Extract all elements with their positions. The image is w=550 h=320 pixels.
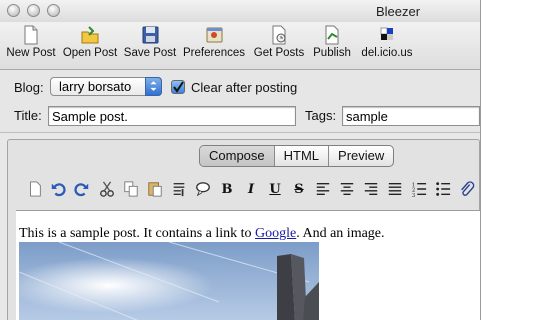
preferences-icon: [206, 27, 223, 43]
align-right-icon[interactable]: [362, 180, 380, 200]
paste-icon[interactable]: [146, 180, 164, 200]
blog-select[interactable]: larry borsato: [50, 77, 162, 96]
clear-after-posting-label: Clear after posting: [191, 80, 298, 95]
select-arrows-icon: [145, 77, 162, 96]
title-bar: Bleezer: [0, 0, 480, 23]
post-body-text: This is a sample post. It contains a lin…: [19, 226, 385, 241]
numbered-list-icon[interactable]: 123: [410, 180, 428, 200]
window-title: Bleezer: [376, 4, 421, 19]
tab-preview[interactable]: Preview: [329, 146, 393, 166]
title-input[interactable]: Sample post.: [48, 106, 296, 126]
underline-button[interactable]: U: [266, 180, 284, 200]
tags-label: Tags:: [305, 108, 337, 123]
delicious-button[interactable]: del.icio.us: [358, 24, 416, 59]
post-content-area[interactable]: This is a sample post. It contains a lin…: [16, 210, 480, 320]
formatting-toolbar: B I U S 123: [16, 180, 480, 202]
cut-icon[interactable]: [98, 180, 116, 200]
tab-compose[interactable]: Compose: [200, 146, 275, 166]
align-left-icon[interactable]: [314, 180, 332, 200]
app-window: Bleezer New Post Open Post Save Post Pre…: [0, 0, 481, 320]
align-center-icon[interactable]: [338, 180, 356, 200]
attachment-icon[interactable]: [458, 180, 476, 200]
checkmark-icon: [173, 81, 184, 93]
quote-icon[interactable]: [194, 180, 212, 200]
publish-button[interactable]: Publish: [310, 24, 354, 59]
get-posts-icon: [272, 25, 286, 45]
italic-button[interactable]: I: [242, 180, 260, 200]
minimize-window-icon[interactable]: [27, 4, 40, 17]
undo-icon[interactable]: [49, 180, 67, 200]
title-label: Title:: [14, 108, 42, 123]
editor-tabs: Compose HTML Preview: [199, 145, 395, 167]
open-post-button[interactable]: Open Post: [61, 24, 119, 59]
blog-select-value: larry borsato: [59, 79, 132, 94]
clear-after-posting-checkbox[interactable]: [171, 80, 185, 94]
save-post-icon: [142, 26, 159, 44]
open-post-icon: [81, 26, 99, 44]
strikethrough-button[interactable]: S: [290, 180, 308, 200]
new-post-icon: [24, 25, 38, 45]
close-window-icon[interactable]: [7, 4, 20, 17]
tab-html[interactable]: HTML: [275, 146, 330, 166]
toolbar: New Post Open Post Save Post Preferences…: [0, 22, 480, 70]
svg-text:3: 3: [412, 193, 415, 198]
align-justify-icon[interactable]: [386, 180, 404, 200]
zoom-window-icon[interactable]: [47, 4, 60, 17]
save-post-button[interactable]: Save Post: [123, 24, 177, 59]
blog-label: Blog:: [14, 80, 44, 95]
new-document-icon[interactable]: [26, 180, 44, 200]
google-link[interactable]: Google: [255, 226, 296, 241]
paragraph-format-icon[interactable]: [170, 180, 188, 200]
new-post-button[interactable]: New Post: [5, 24, 57, 59]
copy-icon[interactable]: [122, 180, 140, 200]
get-posts-button[interactable]: Get Posts: [253, 24, 305, 59]
tags-input[interactable]: sample: [342, 106, 480, 126]
preferences-button[interactable]: Preferences: [181, 24, 247, 59]
publish-icon: [325, 25, 339, 45]
bulleted-list-icon[interactable]: [434, 180, 452, 200]
delicious-icon: [380, 27, 393, 40]
redo-icon[interactable]: [73, 180, 91, 200]
post-image[interactable]: [19, 242, 319, 320]
bold-button[interactable]: B: [218, 180, 236, 200]
post-settings-form: Blog: larry borsato Clear after posting …: [0, 70, 480, 133]
